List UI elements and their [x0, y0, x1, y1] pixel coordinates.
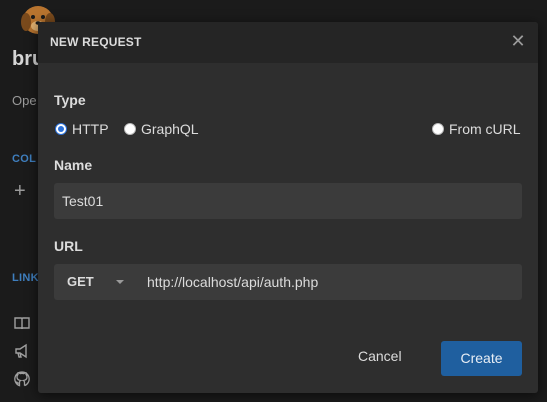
- radio-from-curl[interactable]: From cURL: [432, 121, 521, 137]
- radio-http-label: HTTP: [72, 121, 109, 137]
- new-request-dialog: NEW REQUEST ✕ Type HTTP GraphQL From cUR…: [38, 22, 538, 393]
- radio-from-curl-dot[interactable]: [432, 123, 444, 135]
- type-label: Type: [54, 92, 86, 108]
- radio-graphql-label: GraphQL: [141, 121, 199, 137]
- radio-http[interactable]: HTTP: [55, 121, 109, 137]
- close-icon[interactable]: ✕: [510, 32, 526, 50]
- url-label: URL: [54, 238, 83, 254]
- radio-from-curl-label: From cURL: [449, 121, 521, 137]
- app-subtitle: Ope: [12, 93, 37, 108]
- add-collection-button[interactable]: +: [14, 181, 26, 201]
- radio-graphql-dot[interactable]: [124, 123, 136, 135]
- name-input[interactable]: Test01: [54, 183, 522, 219]
- collections-heading: COL: [12, 153, 37, 165]
- links-heading: LINK: [12, 272, 39, 284]
- dialog-title: NEW REQUEST: [50, 35, 142, 49]
- radio-graphql[interactable]: GraphQL: [124, 121, 199, 137]
- url-row: GET http://localhost/api/auth.php: [54, 264, 522, 300]
- create-button[interactable]: Create: [441, 341, 522, 376]
- method-selector[interactable]: GET: [67, 264, 94, 300]
- chevron-down-icon[interactable]: [116, 280, 124, 284]
- github-icon[interactable]: [13, 370, 31, 388]
- cancel-button[interactable]: Cancel: [358, 348, 402, 368]
- radio-http-dot[interactable]: [55, 123, 67, 135]
- dialog-header: NEW REQUEST ✕: [38, 22, 538, 63]
- megaphone-icon[interactable]: [13, 342, 31, 360]
- book-icon[interactable]: [13, 314, 31, 332]
- name-label: Name: [54, 157, 93, 173]
- url-input[interactable]: http://localhost/api/auth.php: [147, 264, 318, 300]
